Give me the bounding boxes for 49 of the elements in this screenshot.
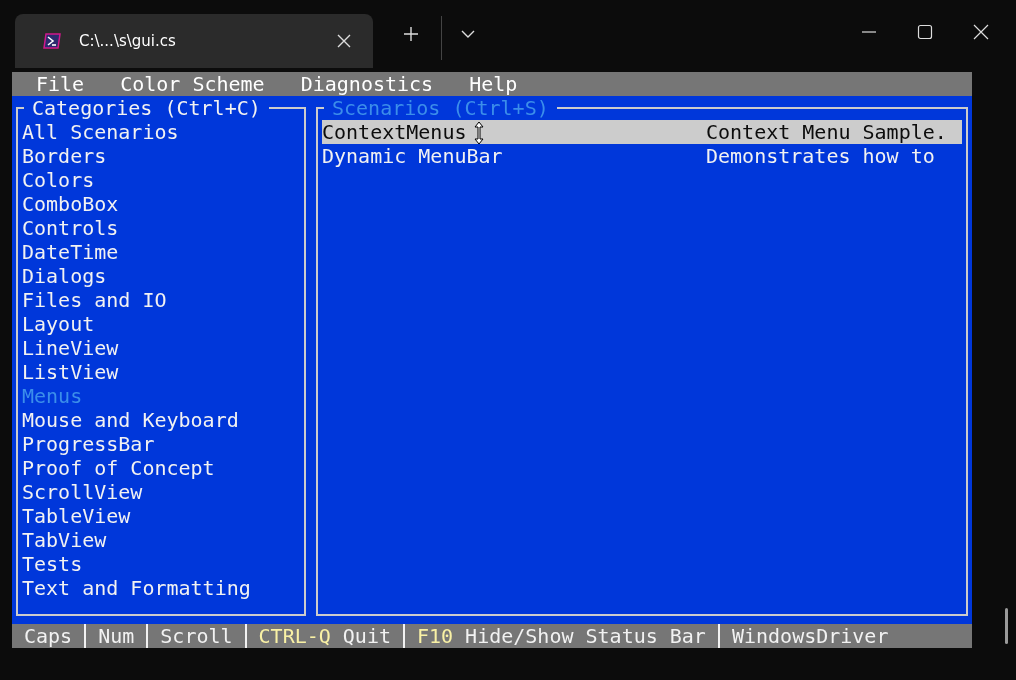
scenario-name: ContextMenus bbox=[322, 120, 467, 144]
menu-item[interactable]: Diagnostics bbox=[300, 72, 434, 96]
panel-title: Scenarios (Ctrl+S) bbox=[331, 98, 550, 118]
tab-title: C:\...\s\gui.cs bbox=[79, 32, 177, 50]
terminal-icon bbox=[43, 33, 61, 49]
category-item[interactable]: Text and Formatting bbox=[22, 576, 300, 600]
status-label: Num bbox=[98, 624, 135, 648]
status-label: Caps bbox=[24, 624, 73, 648]
scenario-row[interactable]: Dynamic MenuBar Demonstrates how to bbox=[322, 144, 962, 168]
category-item[interactable]: ComboBox bbox=[22, 192, 300, 216]
category-item[interactable]: Dialogs bbox=[22, 264, 300, 288]
category-item[interactable]: LineView bbox=[22, 336, 300, 360]
scenario-name: Dynamic MenuBar bbox=[322, 144, 503, 168]
category-item[interactable]: Proof of Concept bbox=[22, 456, 300, 480]
scrollbar-thumb[interactable] bbox=[1005, 608, 1008, 644]
panel-title: Categories (Ctrl+C) bbox=[31, 98, 262, 118]
category-item[interactable]: Layout bbox=[22, 312, 300, 336]
close-icon[interactable] bbox=[973, 24, 989, 40]
menu-item[interactable]: File bbox=[36, 72, 85, 96]
category-item[interactable]: DateTime bbox=[22, 240, 300, 264]
terminal-tab[interactable]: C:\...\s\gui.cs bbox=[15, 14, 373, 68]
new-tab-icon[interactable] bbox=[403, 26, 419, 42]
category-item[interactable]: ScrollView bbox=[22, 480, 300, 504]
shortcut-key: F10 bbox=[416, 624, 454, 648]
category-item[interactable]: Colors bbox=[22, 168, 300, 192]
status-label: WindowsDriver bbox=[731, 624, 889, 648]
status-label: Scroll bbox=[160, 624, 233, 648]
menu-item[interactable]: Help bbox=[469, 72, 518, 96]
category-item[interactable]: Controls bbox=[22, 216, 300, 240]
category-item[interactable]: ListView bbox=[22, 360, 300, 384]
scenario-description: Demonstrates how to bbox=[706, 144, 935, 168]
scenario-description: Context Menu Sample. bbox=[706, 120, 947, 144]
status-label: Quit bbox=[342, 624, 391, 648]
caret-icon[interactable] bbox=[461, 30, 475, 38]
resize-cursor-icon bbox=[474, 121, 484, 145]
category-item[interactable]: Mouse and Keyboard bbox=[22, 408, 300, 432]
category-item[interactable]: TableView bbox=[22, 504, 300, 528]
close-icon[interactable] bbox=[337, 34, 351, 48]
menu-item[interactable]: Color Scheme bbox=[120, 72, 265, 96]
category-item[interactable]: Borders bbox=[22, 144, 300, 168]
category-item[interactable]: Tests bbox=[22, 552, 300, 576]
category-item[interactable]: Files and IO bbox=[22, 288, 300, 312]
category-item[interactable]: TabView bbox=[22, 528, 300, 552]
shortcut-key: CTRL-Q bbox=[258, 624, 331, 648]
category-item[interactable]: All Scenarios bbox=[22, 120, 300, 144]
scenario-row[interactable]: ContextMenus Context Menu Sample. bbox=[322, 120, 962, 144]
category-item[interactable]: ProgressBar bbox=[22, 432, 300, 456]
status-label: Hide/Show Status Bar bbox=[465, 624, 706, 648]
maximize-icon[interactable] bbox=[917, 24, 933, 40]
